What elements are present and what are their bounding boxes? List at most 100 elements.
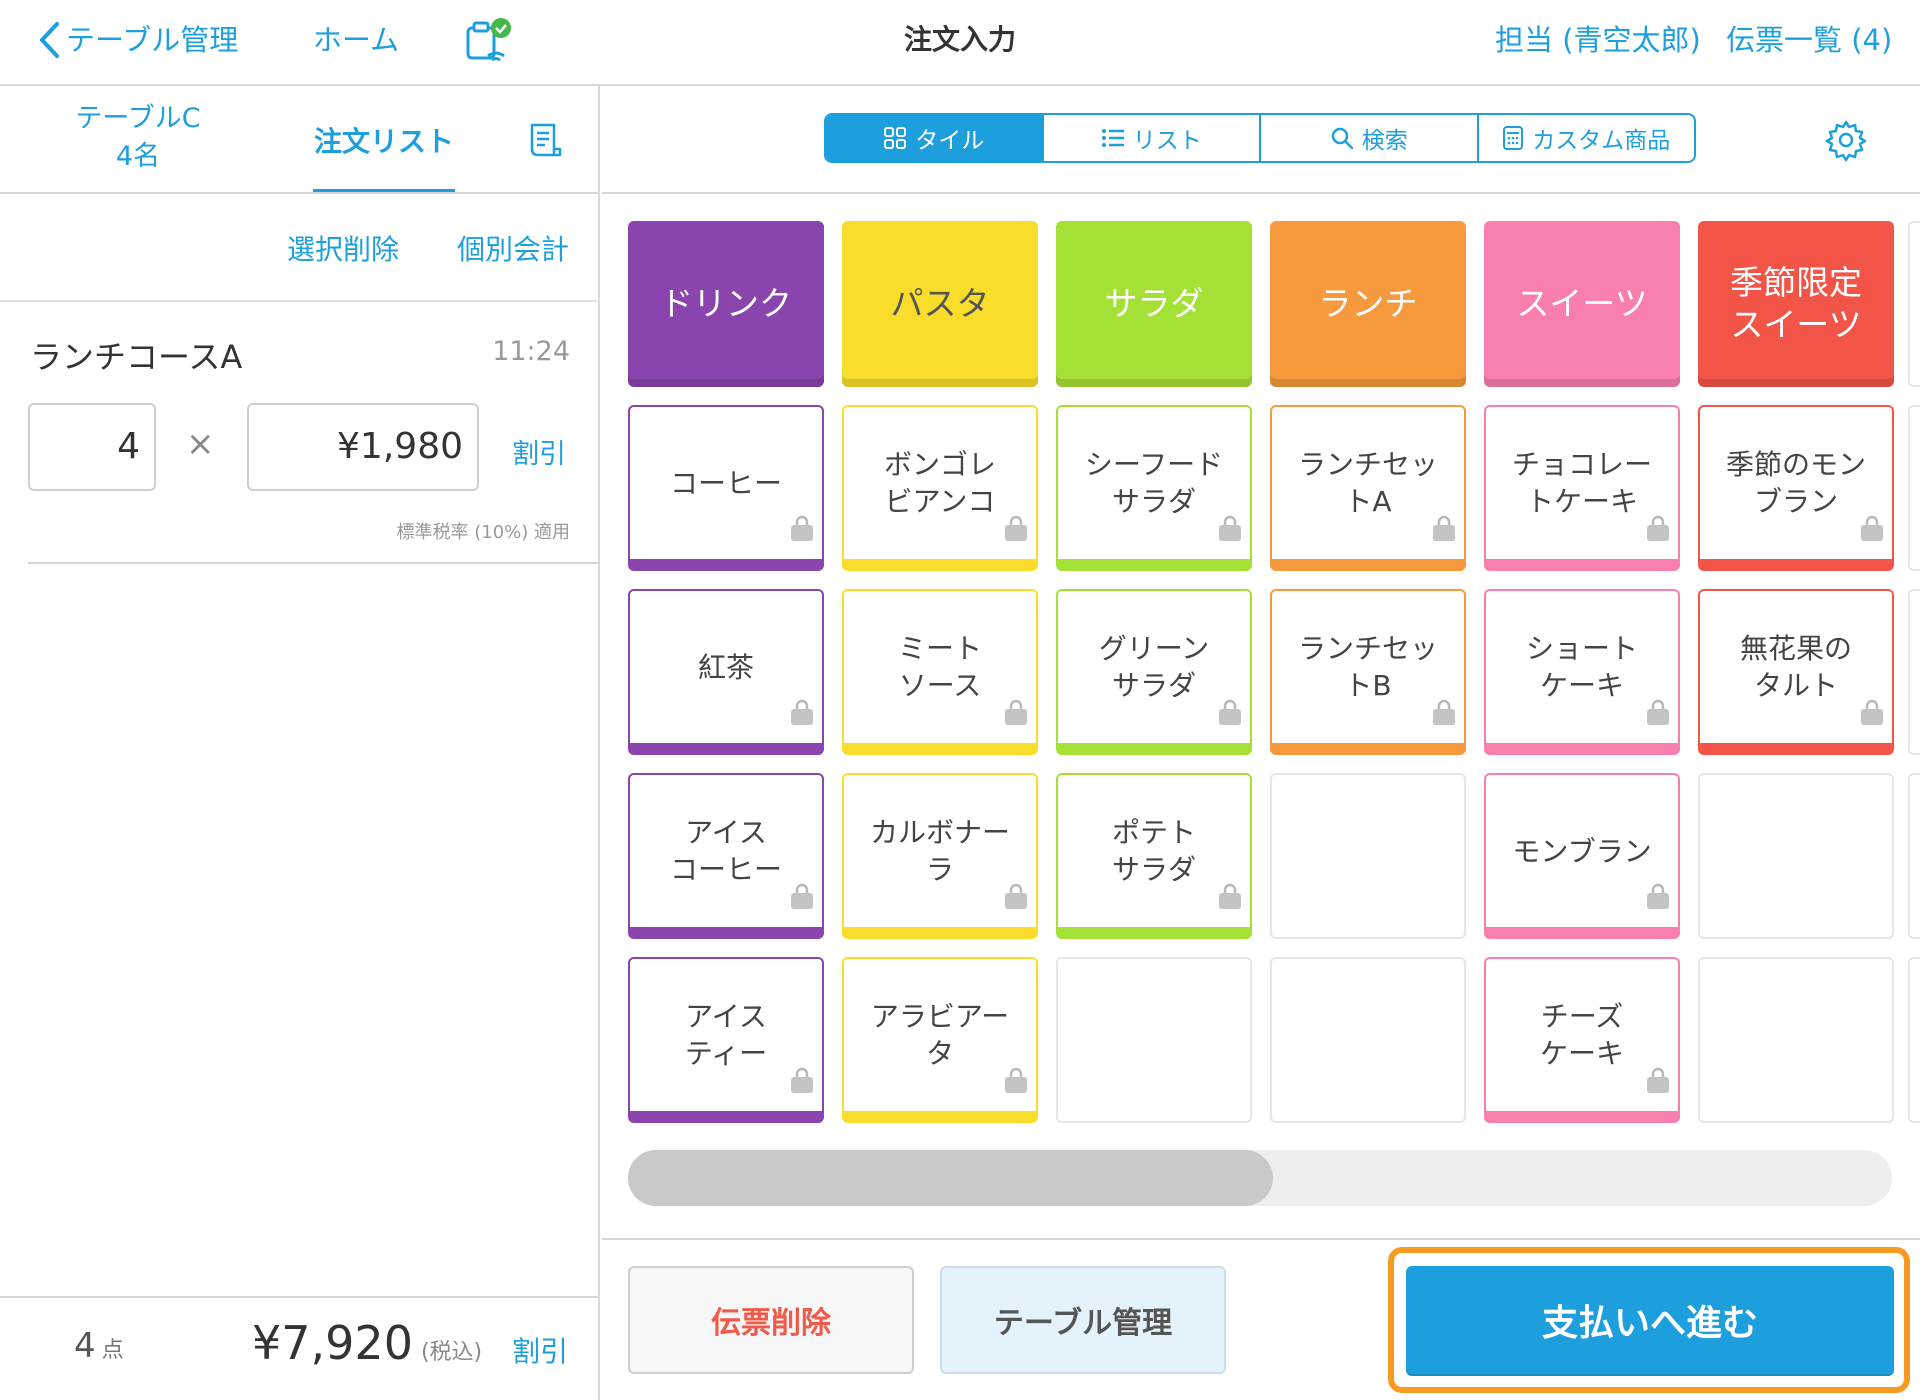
shopping-bag-icon	[1216, 882, 1244, 921]
product-tile[interactable]: コーヒー	[628, 405, 824, 571]
tab-order-list[interactable]: 注文リスト	[313, 120, 455, 160]
product-tile[interactable]: チーズ ケーキ	[1484, 957, 1680, 1123]
scrollbar-thumb[interactable]	[628, 1150, 1273, 1206]
order-total-value: ¥7,920	[252, 1316, 413, 1370]
tab-label: 検索	[1361, 128, 1408, 154]
table-management-button[interactable]: テーブル管理	[940, 1266, 1226, 1374]
shopping-bag-icon	[1858, 698, 1886, 737]
slip-list-link[interactable]: 伝票一覧 (4)	[1726, 18, 1892, 62]
tab-tile-view[interactable]: タイル	[826, 115, 1042, 161]
category-tile[interactable]: スイーツ	[1484, 221, 1680, 387]
product-name: グリーン サラダ	[1098, 632, 1210, 702]
divider	[0, 192, 600, 194]
shopping-bag-icon	[1430, 698, 1458, 737]
product-tile[interactable]: ポテト サラダ	[1056, 773, 1252, 939]
tax-included-label: (税込)	[420, 1340, 483, 1365]
product-name: 無花果の タルト	[1739, 632, 1852, 702]
product-tile[interactable]: シーフード サラダ	[1056, 405, 1252, 571]
tab-label: タイル	[915, 128, 985, 154]
product-tile[interactable]: 紅茶	[628, 589, 824, 755]
proceed-to-payment-button[interactable]: 支払いへ進む	[1406, 1266, 1894, 1374]
product-name: ボンゴレ ビアンコ	[883, 448, 996, 518]
select-delete-button[interactable]: 選択削除	[287, 228, 399, 268]
product-name: アイス ティー	[684, 1000, 768, 1070]
product-tile[interactable]: グリーン サラダ	[1056, 589, 1252, 755]
back-button[interactable]: テーブル管理	[38, 18, 238, 62]
product-name: ショート ケーキ	[1525, 632, 1638, 702]
product-name: 季節のモン ブラン	[1725, 448, 1866, 518]
horizontal-scrollbar[interactable]	[628, 1150, 1892, 1206]
tab-search[interactable]: 検索	[1259, 115, 1477, 161]
order-item-name[interactable]: ランチコースA	[30, 332, 242, 378]
divider	[0, 1296, 600, 1298]
order-discount-button[interactable]: 割引	[512, 1330, 568, 1370]
tab-table-info[interactable]: テーブルC 4名	[38, 100, 238, 176]
tax-rate-note: 標準税率 (10%) 適用	[396, 522, 571, 543]
order-item-time: 11:24	[492, 336, 570, 367]
shopping-bag-icon	[1644, 882, 1672, 921]
top-bar: テーブル管理 ホーム 注文入力 担当 (青空太郎) 伝票一覧 (4)	[0, 0, 1920, 86]
shopping-bag-icon	[1216, 698, 1244, 737]
chevron-left-icon	[40, 22, 59, 58]
view-mode-control: タイル リスト 検索 カスタム商品	[824, 113, 1696, 163]
divider	[0, 300, 600, 302]
shopping-bag-icon	[1644, 698, 1672, 737]
staff-selector[interactable]: 担当 (青空太郎)	[1495, 18, 1701, 62]
category-tile[interactable]: パスタ	[842, 221, 1038, 387]
product-tile[interactable]: ショート ケーキ	[1484, 589, 1680, 755]
category-tile[interactable]: ドリンク	[628, 221, 824, 387]
product-name: チーズ ケーキ	[1539, 1000, 1624, 1070]
settings-gear-icon[interactable]	[1824, 118, 1868, 166]
product-tile[interactable]: モンブラン	[1484, 773, 1680, 939]
calculator-icon	[1503, 126, 1524, 150]
multiply-sign: ×	[186, 424, 215, 464]
product-name: 紅茶	[697, 650, 754, 684]
search-icon	[1331, 127, 1353, 150]
product-name: アイス コーヒー	[669, 816, 782, 886]
shopping-bag-icon	[1216, 514, 1244, 553]
shopping-bag-icon	[788, 514, 816, 553]
next-column-tile	[1908, 957, 1920, 1123]
item-count-unit: 点	[101, 1338, 124, 1363]
product-tile[interactable]: 無花果の タルト	[1698, 589, 1894, 755]
product-tile[interactable]: カルボナーラ	[842, 773, 1038, 939]
product-tile[interactable]: アイス コーヒー	[628, 773, 824, 939]
category-tile[interactable]: 季節限定 スイーツ	[1698, 221, 1894, 387]
empty-tile	[1270, 773, 1466, 939]
card-reader-connected-icon[interactable]	[464, 16, 514, 66]
item-discount-button[interactable]: 割引	[512, 432, 566, 471]
tab-custom-product[interactable]: カスタム商品	[1476, 115, 1695, 161]
split-payment-button[interactable]: 個別会計	[457, 228, 569, 268]
shopping-bag-icon	[788, 698, 816, 737]
category-tile[interactable]: ランチ	[1270, 221, 1466, 387]
divider	[602, 1238, 1920, 1240]
back-label: テーブル管理	[66, 23, 239, 57]
quantity-field[interactable]: 4	[28, 403, 156, 491]
receipt-icon[interactable]	[528, 122, 564, 162]
product-name: シーフード サラダ	[1084, 448, 1224, 518]
shopping-bag-icon	[1644, 514, 1672, 553]
item-count-value: 4	[74, 1326, 96, 1366]
delete-slip-button[interactable]: 伝票削除	[628, 1266, 914, 1374]
item-count: 4点	[74, 1326, 124, 1366]
tab-list-view[interactable]: リスト	[1041, 115, 1260, 161]
unit-price-field[interactable]: ¥1,980	[247, 403, 479, 491]
next-column-tile	[1908, 221, 1920, 387]
category-tile[interactable]: サラダ	[1056, 221, 1252, 387]
product-tile[interactable]: ランチセッ トA	[1270, 405, 1466, 571]
product-tile[interactable]: アイス ティー	[628, 957, 824, 1123]
home-link[interactable]: ホーム	[313, 18, 399, 62]
product-tile[interactable]: ボンゴレ ビアンコ	[842, 405, 1038, 571]
product-name: ポテト サラダ	[1111, 816, 1196, 886]
product-name: ミート ソース	[897, 632, 982, 702]
product-tile[interactable]: チョコレー トケーキ	[1484, 405, 1680, 571]
product-tile[interactable]: ミート ソース	[842, 589, 1038, 755]
grid-icon	[884, 127, 907, 149]
next-column-tile	[1908, 589, 1920, 755]
order-total: ¥7,920 (税込)	[252, 1316, 482, 1370]
product-name: カルボナーラ	[869, 816, 1010, 886]
divider	[28, 562, 600, 564]
product-tile[interactable]: アラビアータ	[842, 957, 1038, 1123]
product-tile[interactable]: 季節のモン ブラン	[1698, 405, 1894, 571]
product-tile[interactable]: ランチセッ トB	[1270, 589, 1466, 755]
